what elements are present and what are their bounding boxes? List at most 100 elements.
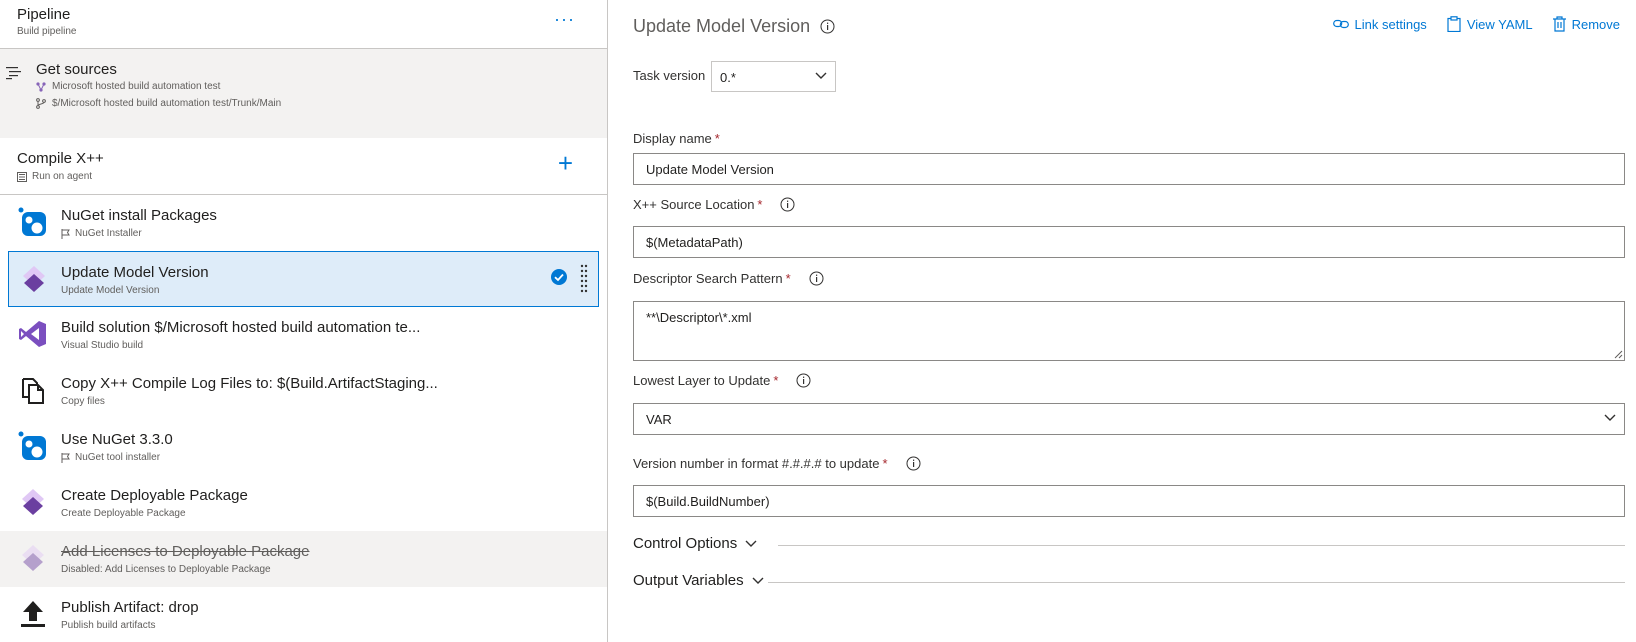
flag-icon [61, 228, 70, 239]
get-sources-title: Get sources [36, 61, 117, 78]
task-item[interactable]: Create Deployable Package Create Deploya… [0, 475, 607, 531]
repo-icon [36, 81, 46, 92]
source-location-label: X++ Source Location * [633, 197, 795, 212]
link-settings-button[interactable]: Link settings [1332, 16, 1427, 32]
pipeline-title: Pipeline [17, 6, 71, 23]
chevron-down-icon [815, 72, 827, 79]
lowest-layer-value: VAR [646, 412, 672, 427]
task-name: Publish Artifact: drop [61, 599, 199, 616]
remove-label: Remove [1571, 16, 1620, 32]
task-item[interactable]: Use NuGet 3.3.0 NuGet tool installer [0, 419, 607, 475]
task-version-select[interactable]: 0.* [711, 61, 836, 92]
task-item[interactable]: Copy X++ Compile Log Files to: $(Build.A… [0, 363, 607, 419]
control-options-label: Control Options [633, 535, 738, 552]
info-icon[interactable] [780, 197, 795, 212]
chevron-down-icon [752, 577, 764, 584]
resize-handle-icon[interactable] [1613, 349, 1623, 359]
view-yaml-label: View YAML [1466, 16, 1533, 32]
task-item[interactable]: Publish Artifact: drop Publish build art… [0, 587, 607, 642]
display-name-label: Display name * [633, 131, 720, 146]
nuget-icon [18, 431, 46, 460]
task-type: Update Model Version [61, 285, 160, 296]
lowest-layer-label: Lowest Layer to Update * [633, 373, 811, 388]
list-icon [6, 67, 21, 80]
copy-files-icon [22, 378, 44, 404]
display-name-value: Update Model Version [646, 162, 774, 177]
output-variables-label: Output Variables [633, 572, 744, 589]
info-icon[interactable] [820, 19, 835, 34]
get-sources-item[interactable]: Get sources Microsoft hosted build autom… [0, 49, 607, 138]
flag-icon [61, 452, 70, 463]
more-options-icon[interactable]: ··· [554, 10, 575, 28]
version-label-text: Version number in format #.#.#.# to upda… [633, 456, 880, 471]
add-task-icon[interactable]: + [558, 150, 573, 176]
task-item-selected[interactable]: Update Model Version Update Model Versio… [8, 251, 599, 307]
branch-icon [36, 98, 46, 109]
agent-icon [17, 171, 27, 182]
task-type: Copy files [61, 396, 105, 407]
chevron-down-icon [745, 540, 757, 547]
phase-compile[interactable]: Compile X++ Run on agent + [0, 138, 607, 195]
view-yaml-button[interactable]: View YAML [1447, 16, 1533, 32]
source-location-value: $(MetadataPath) [646, 235, 743, 250]
task-list: NuGet install Packages NuGet Installer U… [0, 195, 607, 642]
required-mark: * [773, 373, 779, 388]
task-name: Build solution $/Microsoft hosted build … [61, 319, 421, 336]
control-options-toggle[interactable]: Control Options [633, 535, 757, 552]
clipboard-icon [1447, 16, 1461, 32]
output-variables-toggle[interactable]: Output Variables [633, 572, 764, 589]
descriptor-textarea[interactable]: **\Descriptor\*.xml [633, 301, 1625, 361]
required-mark: * [757, 197, 763, 212]
descriptor-value: **\Descriptor\*.xml [646, 310, 752, 325]
lowest-layer-select[interactable]: VAR [633, 403, 1625, 435]
pipeline-header[interactable]: Pipeline Build pipeline ··· [0, 0, 607, 49]
task-name: Add Licenses to Deployable Package [61, 543, 310, 560]
chevron-down-icon [1604, 414, 1616, 421]
task-item-disabled[interactable]: Add Licenses to Deployable Package Disab… [0, 531, 607, 587]
descriptor-label: Descriptor Search Pattern * [633, 271, 824, 286]
section-divider [768, 582, 1625, 583]
source-location-input[interactable]: $(MetadataPath) [633, 226, 1625, 258]
detail-title: Update Model Version [633, 16, 811, 36]
source-path: $/Microsoft hosted build automation test… [52, 98, 282, 109]
source-repo: Microsoft hosted build automation test [52, 81, 221, 92]
task-type: Create Deployable Package [61, 508, 186, 519]
required-mark: * [882, 456, 888, 471]
info-icon[interactable] [796, 373, 811, 388]
version-value: $(Build.BuildNumber) [646, 494, 770, 509]
check-circle-icon [551, 269, 567, 285]
version-input[interactable]: $(Build.BuildNumber) [633, 485, 1625, 517]
task-name: Copy X++ Compile Log Files to: $(Build.A… [61, 375, 438, 392]
task-type: NuGet Installer [75, 228, 142, 239]
task-item[interactable]: NuGet install Packages NuGet Installer [0, 195, 607, 251]
task-name: Use NuGet 3.3.0 [61, 431, 173, 448]
required-mark: * [714, 131, 720, 146]
task-name: NuGet install Packages [61, 207, 217, 224]
nuget-icon [18, 207, 46, 236]
pipeline-subtitle: Build pipeline [17, 26, 77, 37]
lowest-layer-label-text: Lowest Layer to Update [633, 373, 771, 388]
drag-handle-icon[interactable] [580, 263, 588, 293]
dynamics-icon [22, 545, 44, 571]
phase-subtitle: Run on agent [32, 171, 93, 182]
version-label: Version number in format #.#.#.# to upda… [633, 456, 921, 471]
display-name-input[interactable]: Update Model Version [633, 153, 1625, 185]
info-icon[interactable] [809, 271, 824, 286]
descriptor-label-text: Descriptor Search Pattern [633, 271, 783, 286]
display-name-label-text: Display name [633, 131, 712, 146]
dynamics-icon [22, 489, 44, 515]
required-mark: * [785, 271, 791, 286]
task-type: Publish build artifacts [61, 620, 156, 631]
task-type: NuGet tool installer [75, 452, 161, 463]
link-icon [1332, 19, 1349, 29]
task-item[interactable]: Build solution $/Microsoft hosted build … [0, 307, 607, 363]
task-type: Visual Studio build [61, 340, 144, 351]
link-settings-label: Link settings [1354, 16, 1427, 32]
phase-title: Compile X++ [17, 150, 104, 167]
remove-button[interactable]: Remove [1552, 16, 1620, 32]
pipeline-panel: Pipeline Build pipeline ··· Get sources … [0, 0, 608, 642]
task-name: Create Deployable Package [61, 487, 248, 504]
dynamics-icon [23, 266, 45, 292]
source-location-label-text: X++ Source Location [633, 197, 755, 212]
info-icon[interactable] [906, 456, 921, 471]
